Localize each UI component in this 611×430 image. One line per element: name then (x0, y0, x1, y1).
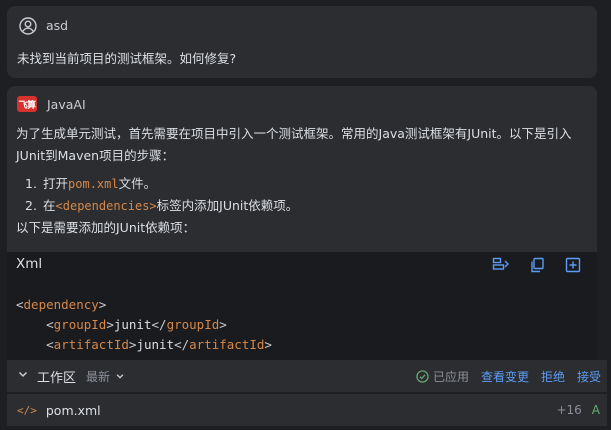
workspace-title: 工作区 (37, 370, 77, 386)
code-line: <groupId>junit</groupId> (46, 317, 227, 332)
code-content: <dependency> <groupId>junit</groupId> <a… (16, 295, 272, 355)
user-name: asd (46, 18, 69, 33)
copy-icon[interactable] (527, 256, 547, 274)
list-item-number: 2. (25, 198, 37, 213)
inline-code: <dependencies> (55, 199, 157, 213)
inline-code: pom.xml (68, 177, 119, 191)
chevron-down-icon[interactable] (17, 368, 29, 384)
file-diff-count: +16 (556, 403, 582, 417)
assistant-header: 飞算 JavaAI (17, 96, 86, 112)
chevron-down-icon (116, 374, 124, 379)
changed-file-row[interactable]: </> pom.xml +16 A (7, 394, 607, 426)
new-file-icon[interactable] (563, 256, 583, 274)
assistant-outro-text: 以下是需要添加的JUnit依赖项： (16, 220, 196, 235)
assistant-message-body: 为了生成单元测试，首先需要在项目中引入一个测试框架。常用的Java测试框架有JU… (16, 123, 590, 239)
code-line: <dependency> (16, 297, 107, 312)
workspace-actions: 已应用 查看变更 拒绝 接受 (416, 368, 601, 385)
assistant-name: JavaAI (47, 96, 86, 112)
code-toolbar (491, 256, 583, 274)
list-item-text: 标签内添加JUnit依赖项。 (156, 198, 299, 213)
reject-button[interactable]: 拒绝 (541, 368, 565, 385)
user-message-card: asd 未找到当前项目的测试框架。如何修复? (7, 6, 597, 78)
list-item: 1. 打开 pom.xml 文件。 (16, 173, 590, 195)
code-line: <artifactId>junit</artifactId> (46, 337, 272, 352)
list-item-text: 打开 (43, 176, 69, 191)
accept-button[interactable]: 接受 (577, 368, 601, 385)
workspace-toggle[interactable]: 工作区 最新 (17, 367, 125, 386)
user-avatar-icon (18, 16, 37, 35)
list-item-text: 文件。 (118, 176, 157, 191)
applied-status: 已应用 (416, 368, 469, 385)
user-message-header: asd (18, 16, 68, 35)
workspace-filter-select[interactable]: 最新 (86, 368, 125, 385)
check-circle-icon (416, 369, 429, 383)
code-block: Xml <dependency> <groupId>junit</groupId… (7, 252, 597, 360)
assistant-logo: 飞算 (17, 96, 37, 112)
code-file-icon: </> (17, 403, 37, 417)
workspace-bar: 工作区 最新 已应用 查看变更 拒绝 接受 (7, 360, 607, 392)
file-name: pom.xml (45, 402, 101, 418)
file-status-badge: A (591, 403, 600, 417)
applied-label: 已应用 (432, 369, 469, 384)
list-item-text: 在 (43, 198, 56, 213)
insert-at-cursor-icon[interactable] (491, 256, 511, 274)
workspace-filter-label: 最新 (86, 369, 111, 384)
steps-list: 1. 打开 pom.xml 文件。 2. 在 <dependencies> 标签内添加J… (16, 173, 590, 217)
view-changes-button[interactable]: 查看变更 (481, 368, 529, 385)
code-language-label: Xml (16, 256, 43, 272)
assistant-intro-text: 为了生成单元测试，首先需要在项目中引入一个测试框架。常用的Java测试框架有JU… (16, 126, 572, 163)
user-message-text: 未找到当前项目的测试框架。如何修复? (17, 51, 237, 66)
list-item: 2. 在 <dependencies> 标签内添加JUnit依赖项。 (16, 195, 590, 217)
list-item-number: 1. (25, 176, 37, 191)
